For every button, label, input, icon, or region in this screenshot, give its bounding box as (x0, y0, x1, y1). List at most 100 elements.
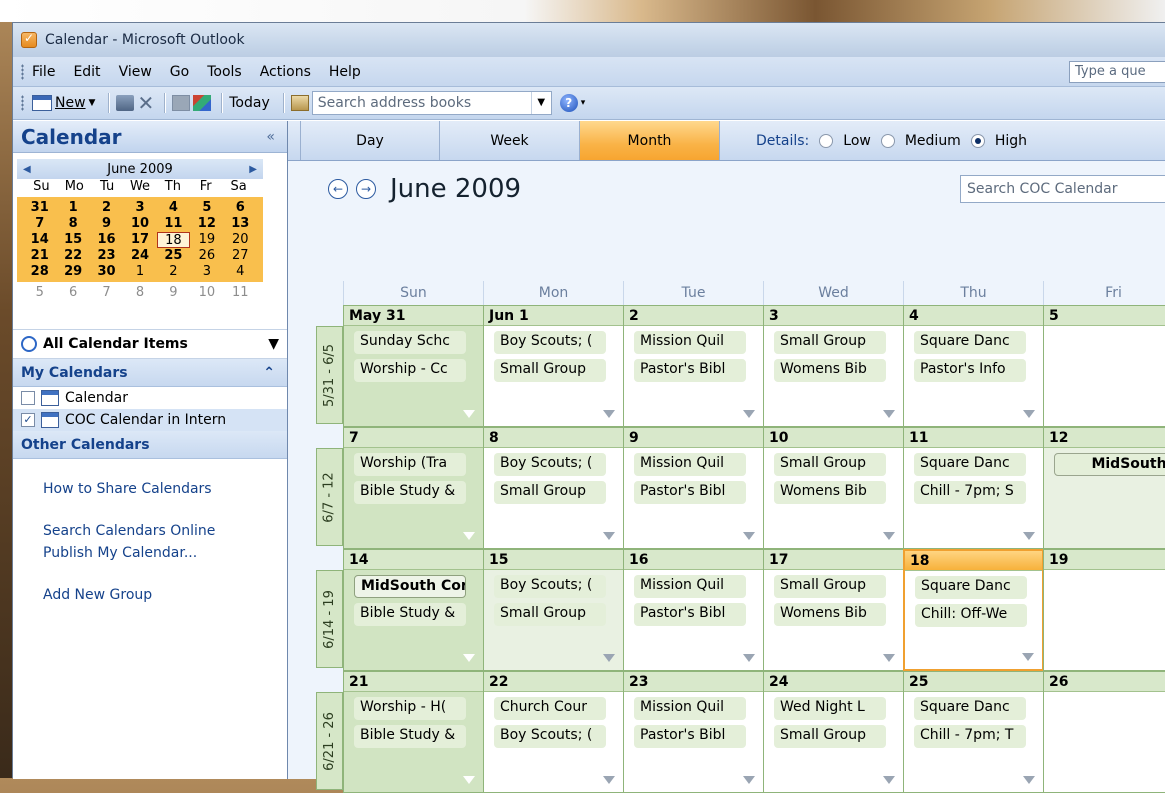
mini-calendar-day[interactable]: 18 (156, 232, 191, 248)
appointment[interactable]: Square Danc (914, 331, 1026, 354)
more-items-arrow-icon[interactable] (1023, 410, 1035, 418)
more-items-arrow-icon[interactable] (463, 776, 475, 784)
day-number[interactable]: 17 (764, 550, 903, 570)
day-cell[interactable]: 24 Wed Night L Small Group (763, 671, 904, 793)
address-book-icon[interactable] (290, 95, 309, 111)
mini-calendar-day[interactable]: 30 (90, 264, 123, 280)
week-label[interactable]: 6/7 - 12 (316, 448, 343, 546)
day-cell[interactable]: 26 (1043, 671, 1165, 793)
menu-help[interactable]: Help (329, 64, 361, 80)
mini-calendar-day[interactable]: 1 (123, 264, 156, 280)
appointment[interactable]: Sunday Schc (354, 331, 466, 354)
menu-actions[interactable]: Actions (260, 64, 311, 80)
mini-calendar-day[interactable]: 7 (90, 285, 123, 301)
chevron-down-icon[interactable]: ▼ (268, 336, 279, 352)
mini-calendar-day[interactable]: 27 (224, 248, 257, 264)
day-number[interactable]: 10 (764, 428, 903, 448)
other-calendars-header[interactable]: Other Calendars (13, 431, 287, 459)
calendar-checkbox[interactable] (21, 391, 35, 405)
help-icon[interactable]: ? (559, 94, 578, 112)
day-number[interactable]: 15 (484, 550, 623, 570)
day-number[interactable]: 21 (344, 672, 483, 692)
day-cell[interactable]: 17 Small Group Womens Bib (763, 549, 904, 671)
appointment[interactable]: Mission Quil (634, 697, 746, 720)
day-number[interactable]: 24 (764, 672, 903, 692)
day-number[interactable]: 11 (904, 428, 1043, 448)
collapse-section-icon[interactable]: ⌃ (263, 365, 275, 381)
more-items-arrow-icon[interactable] (603, 776, 615, 784)
day-number[interactable]: 22 (484, 672, 623, 692)
appointment[interactable]: Pastor's Info (914, 359, 1026, 382)
appointment[interactable]: Small Group (774, 453, 886, 476)
day-number[interactable]: 9 (624, 428, 763, 448)
appointment[interactable]: Mission Quil (634, 331, 746, 354)
day-number[interactable]: Jun 1 (484, 306, 623, 326)
mini-calendar-day[interactable]: 15 (56, 232, 89, 248)
forward-arrow-icon[interactable]: → (356, 179, 376, 199)
day-number[interactable]: 5 (1044, 306, 1165, 326)
day-cell[interactable]: 15 Boy Scouts; (Small Group (483, 549, 624, 671)
delete-icon[interactable]: ✕ (137, 93, 154, 113)
categorize-icon[interactable] (172, 95, 191, 111)
day-number[interactable]: 23 (624, 672, 763, 692)
more-items-arrow-icon[interactable] (743, 410, 755, 418)
publish-calendar-link[interactable]: Publish My Calendar... (43, 545, 287, 567)
more-items-arrow-icon[interactable] (883, 654, 895, 662)
day-cell[interactable]: 21 Worship - H(Bible Study & (343, 671, 484, 793)
day-number[interactable]: 2 (624, 306, 763, 326)
day-number[interactable]: 19 (1044, 550, 1165, 570)
more-items-arrow-icon[interactable] (1023, 776, 1035, 784)
menu-tools[interactable]: Tools (207, 64, 242, 80)
appointment[interactable]: Square Danc (915, 576, 1027, 599)
calendar-item-calendar[interactable]: Calendar (13, 387, 287, 409)
previous-month-icon[interactable]: ◀ (23, 164, 31, 175)
day-cell[interactable]: 9 Mission Quil Pastor's Bibl (623, 427, 764, 549)
appointment[interactable]: Bible Study & (354, 481, 466, 504)
all-calendar-items-dropdown[interactable]: All Calendar Items ▼ (13, 329, 287, 359)
mini-calendar-day[interactable]: 17 (123, 232, 156, 248)
mini-calendar-day[interactable]: 24 (123, 248, 156, 264)
my-calendars-header[interactable]: My Calendars ⌃ (13, 359, 287, 387)
appointment[interactable]: Chill: Off-We (915, 604, 1027, 627)
appointment[interactable]: Worship - Cc (354, 359, 466, 382)
appointment[interactable]: Worship (Tra (354, 453, 466, 476)
more-items-arrow-icon[interactable] (743, 776, 755, 784)
help-search-input[interactable]: Type a que (1069, 61, 1165, 83)
more-items-arrow-icon[interactable] (1023, 532, 1035, 540)
mini-calendar-day[interactable]: 20 (224, 232, 257, 248)
mini-calendar-day[interactable]: 3 (190, 264, 223, 280)
mini-calendar-day[interactable]: 23 (90, 248, 123, 264)
mini-calendar-day[interactable]: 9 (157, 285, 190, 301)
more-items-arrow-icon[interactable] (883, 532, 895, 540)
day-cell[interactable]: 23 Mission Quil Pastor's Bibl (623, 671, 764, 793)
new-button[interactable]: New ▼ (32, 95, 95, 111)
mini-calendar-day[interactable]: 11 (224, 285, 257, 301)
details-low-radio[interactable] (819, 133, 834, 148)
day-number[interactable]: 3 (764, 306, 903, 326)
mini-calendar-day[interactable]: 3 (123, 200, 156, 216)
appointment[interactable]: Mission Quil (634, 575, 746, 598)
day-cell[interactable]: 2 Mission Quil Pastor's Bibl (623, 305, 764, 427)
appointment[interactable]: Worship - H( (354, 697, 466, 720)
today-button[interactable]: Today (229, 95, 270, 111)
mini-calendar-day[interactable]: 7 (23, 216, 56, 232)
tab-week[interactable]: Week (440, 121, 580, 160)
appointment[interactable]: Boy Scouts; ( (494, 725, 606, 748)
appointment[interactable]: Bible Study & (354, 603, 466, 626)
appointment[interactable]: Small Group (494, 359, 606, 382)
week-label[interactable]: 6/21 - 26 (316, 692, 343, 790)
appointment[interactable]: Boy Scouts; ( (494, 575, 606, 598)
mini-calendar-day[interactable]: 25 (157, 248, 190, 264)
mini-calendar-day[interactable]: 10 (123, 216, 156, 232)
day-cell[interactable]: 22 Church Cour Boy Scouts; ( (483, 671, 624, 793)
chevron-down-icon[interactable]: ▼ (530, 92, 551, 114)
details-medium-label[interactable]: Medium (905, 133, 961, 149)
mini-calendar-day[interactable]: 2 (90, 200, 123, 216)
add-new-group-link[interactable]: Add New Group (43, 587, 287, 609)
share-calendars-link[interactable]: How to Share Calendars (43, 481, 287, 503)
more-items-arrow-icon[interactable] (463, 654, 475, 662)
day-number[interactable]: 16 (624, 550, 763, 570)
appointment[interactable]: Square Danc (914, 697, 1026, 720)
appointment[interactable]: Mission Quil (634, 453, 746, 476)
day-cell[interactable]: 5 (1043, 305, 1165, 427)
